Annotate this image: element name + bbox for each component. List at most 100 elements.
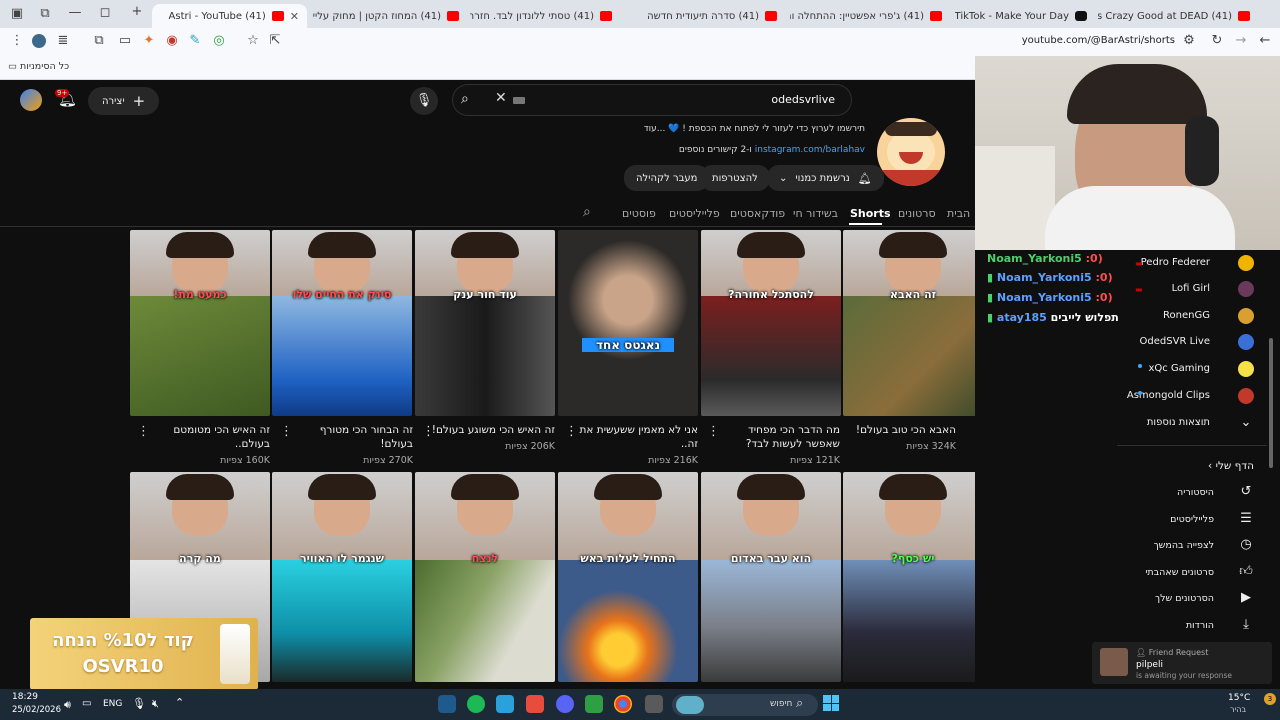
show-more-link[interactable]: תוצאות נוספות: [1147, 417, 1210, 428]
app-gray-icon[interactable]: [645, 695, 663, 713]
channel-description[interactable]: תירשמו לערוץ כדי לעזור לי לפתוח את הכספת…: [644, 124, 865, 134]
subscription-item[interactable]: xQc Gaming: [1148, 363, 1210, 374]
browser-tab[interactable]: (41) טסתי ללונדון לבד. חזרתי עם: [470, 4, 620, 28]
extension-orange-icon[interactable]: ✦: [142, 34, 156, 48]
clock-date[interactable]: 25/02/2026: [12, 705, 61, 715]
you-section-header[interactable]: הדף שלי ›: [1208, 460, 1254, 472]
short-thumbnail[interactable]: שנגמר לו האוויר: [272, 472, 412, 682]
sidebar-scrollbar[interactable]: [1269, 338, 1273, 468]
more-options-icon[interactable]: ⋮: [280, 424, 293, 439]
short-title[interactable]: האבא הכי טוב בעולם!: [828, 423, 956, 437]
menu-dots-icon[interactable]: ⋮: [10, 34, 24, 48]
tray-chevron-icon[interactable]: ⌃: [175, 696, 184, 709]
chrome-icon[interactable]: [614, 695, 632, 713]
reload-icon[interactable]: ↻: [1210, 34, 1224, 48]
extensions-icon[interactable]: ⧉: [92, 34, 106, 48]
short-title[interactable]: מה הדבר הכי מפחיד שאפשר לעשות לבד?: [712, 423, 840, 451]
all-bookmarks-link[interactable]: כל הסימניות ▭: [8, 61, 69, 72]
chevron-down-icon[interactable]: ⌄: [1238, 415, 1254, 430]
windows-start-icon[interactable]: [823, 695, 839, 711]
sidebar-item-your-videos[interactable]: הסרטונים שלך: [1155, 593, 1214, 604]
notification-badge[interactable]: 3: [1264, 693, 1276, 705]
tab-search-icon[interactable]: ⧉: [38, 7, 52, 21]
site-settings-icon[interactable]: ⚙: [1182, 34, 1196, 48]
volume-icon[interactable]: 🔊︎: [64, 698, 71, 712]
tab-home[interactable]: הבית: [947, 207, 970, 220]
create-button[interactable]: + יצירה: [88, 87, 160, 115]
share-icon[interactable]: ⇱: [268, 34, 282, 48]
short-thumbnail[interactable]: יש כסף?: [843, 472, 983, 682]
screen-icon[interactable]: ▭: [118, 34, 132, 48]
new-tab-icon[interactable]: +: [130, 5, 144, 19]
mic-tray-icon[interactable]: 🎙︎: [132, 697, 146, 710]
window-menu-icon[interactable]: ▣: [10, 7, 24, 21]
clear-search-icon[interactable]: ✕: [495, 90, 507, 106]
tab-posts[interactable]: פוסטים: [622, 207, 656, 220]
short-title[interactable]: זה האיש הכי משוגע בעולם!: [427, 423, 555, 437]
more-options-icon[interactable]: ⋮: [707, 424, 720, 439]
channel-links[interactable]: instagram.com/barlahav ו-2 קישורים נוספי…: [679, 145, 865, 155]
short-title[interactable]: זה האיש הכי מטומטם בעולם..: [142, 423, 270, 451]
subscription-item[interactable]: Lofi Girl: [1172, 283, 1210, 294]
weather-temp[interactable]: 15°C: [1228, 693, 1250, 703]
extension-green-icon[interactable]: ◎: [212, 34, 226, 48]
short-thumbnail[interactable]: עוד חור ענק: [415, 230, 555, 416]
more-links[interactable]: ו-2 קישורים נוספים: [679, 145, 752, 155]
keyboard-icon[interactable]: [513, 97, 525, 104]
account-avatar[interactable]: [20, 89, 42, 111]
clock-time[interactable]: 18:29: [12, 692, 38, 702]
short-thumbnail[interactable]: זה האבא: [843, 230, 983, 416]
short-thumbnail[interactable]: כמעט מת!: [130, 230, 270, 416]
short-title[interactable]: זה הבחור הכי מטורף בעולם!: [285, 423, 413, 451]
sidebar-item-liked[interactable]: סרטונים שאהבתי: [1145, 567, 1214, 578]
short-thumbnail[interactable]: הוא עבר באדום: [701, 472, 841, 682]
bookmark-star-icon[interactable]: ☆: [246, 34, 260, 48]
search-icon[interactable]: ⌕: [461, 91, 469, 107]
join-button[interactable]: להצטרפות: [700, 165, 770, 191]
network-icon[interactable]: ▭: [82, 698, 91, 709]
subscription-item[interactable]: RonenGG: [1163, 310, 1210, 321]
subscription-item[interactable]: Pedro Federer: [1141, 257, 1210, 268]
search-input[interactable]: odedsvrlive: [771, 93, 835, 106]
community-button[interactable]: מעבר לקהילה: [624, 165, 710, 191]
sidebar-item-playlists[interactable]: פלייליסטים: [1170, 514, 1214, 525]
short-thumbnail[interactable]: לנצח: [415, 472, 555, 682]
app-red-icon[interactable]: [526, 695, 544, 713]
browser-tab[interactable]: (41) המחוז הקטן | מחוק עליית: [312, 4, 467, 28]
more-options-icon[interactable]: ⋮: [137, 424, 150, 439]
browser-tab-active[interactable]: ✕ (41) Astri - YouTube: [152, 4, 307, 28]
back-icon[interactable]: ←: [1258, 34, 1272, 48]
telegram-icon[interactable]: [496, 695, 514, 713]
tab-playlists[interactable]: פלייליסטים: [669, 207, 720, 220]
discord-icon[interactable]: [556, 695, 574, 713]
tab-live[interactable]: בשידור חי: [793, 207, 838, 220]
short-thumbnail[interactable]: התחיל לעלות באש: [558, 472, 698, 682]
sidebar-item-history[interactable]: היסטוריה: [1177, 487, 1214, 498]
extension-icon[interactable]: ≣: [56, 34, 70, 48]
restore-icon[interactable]: ◻: [98, 6, 112, 20]
short-title[interactable]: אני לא מאמין ששעשית את זה..: [570, 423, 698, 451]
tab-shorts[interactable]: Shorts: [850, 207, 891, 220]
language-indicator[interactable]: ENG: [103, 699, 122, 709]
subscribed-button[interactable]: 🔔︎ נרשמת כמנוי ⌄: [767, 165, 884, 191]
tab-podcasts[interactable]: פודקאסטים: [730, 207, 785, 220]
short-thumbnail[interactable]: סינק את החיים שלו: [272, 230, 412, 416]
browser-tab[interactable]: (41) סדרה תיעודית חדשה: [625, 4, 785, 28]
channel-search-icon[interactable]: ⌕: [583, 204, 591, 220]
sidebar-item-downloads[interactable]: הורדות: [1186, 620, 1214, 631]
extension-red-icon[interactable]: ◉: [165, 34, 179, 48]
mute-icon[interactable]: 🔇︎: [152, 697, 159, 711]
more-options-icon[interactable]: ⋮: [565, 424, 578, 439]
subscription-item[interactable]: OdedSVR Live: [1140, 336, 1210, 347]
files-icon[interactable]: [585, 695, 603, 713]
mic-icon[interactable]: 🎙︎: [410, 87, 438, 115]
profile-avatar[interactable]: [32, 34, 46, 48]
spotify-icon[interactable]: [467, 695, 485, 713]
browser-tab[interactable]: (41) xQc is Crazy Good at DEAD: [1098, 4, 1258, 28]
minimize-icon[interactable]: —: [68, 6, 82, 20]
url-bar[interactable]: youtube.com/@BarAstri/shorts: [960, 35, 1175, 46]
instagram-link[interactable]: instagram.com/barlahav: [755, 145, 865, 155]
short-thumbnail[interactable]: להסתכל אחורה?: [701, 230, 841, 416]
steam-icon[interactable]: [438, 695, 456, 713]
forward-icon[interactable]: →: [1234, 34, 1248, 48]
